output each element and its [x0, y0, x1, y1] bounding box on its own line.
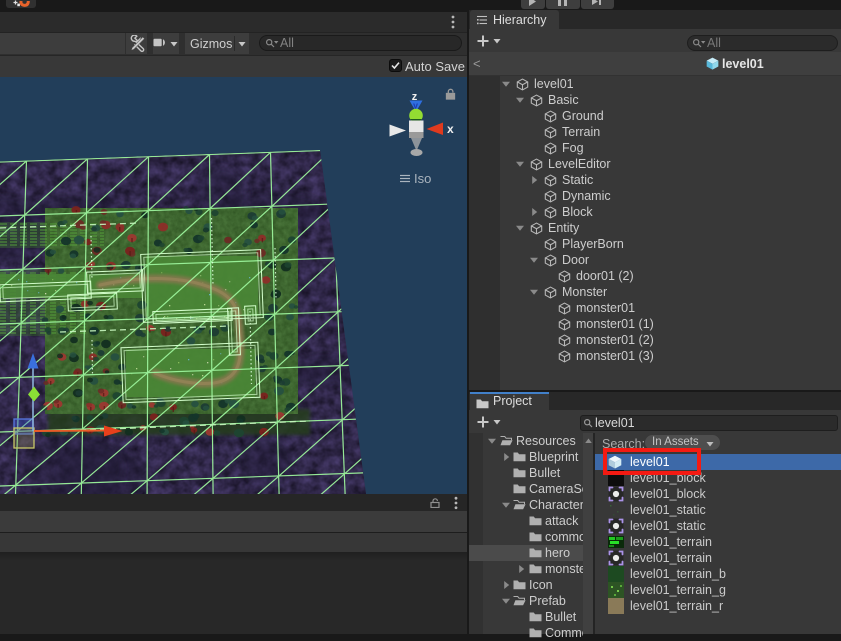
- svg-text:x: x: [447, 122, 454, 136]
- svg-text:Iso: Iso: [414, 171, 431, 186]
